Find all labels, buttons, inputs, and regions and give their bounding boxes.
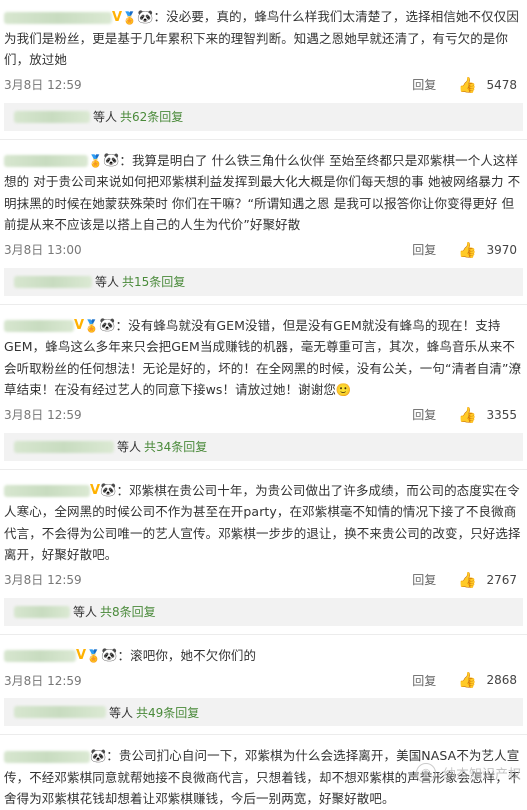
replier-name-blurred	[14, 441, 114, 453]
comment-meta: 3月8日 12:59回复 👍 3355	[4, 401, 523, 429]
comment-list: V🏅🐼：没必要，真的，蜂鸟什么样我们太清楚了，选择相信她不仅仅因为我们是粉丝，更…	[0, 0, 527, 810]
comment-item: V🏅🐼：没必要，真的，蜂鸟什么样我们太清楚了，选择相信她不仅仅因为我们是粉丝，更…	[0, 0, 527, 131]
thumbs-up-icon[interactable]: 👍	[458, 241, 477, 259]
username-blurred[interactable]	[4, 12, 112, 24]
like-count: 2767	[483, 573, 517, 587]
comment-body: V🏅🐼：没有蜂鸟就没有GEM没错，但是没有GEM就没有蜂鸟的现在！支持GEM，蜂…	[4, 315, 523, 401]
comment-divider	[0, 634, 527, 635]
comment-time: 3月8日 12:59	[4, 672, 412, 689]
comment-item: V🐼：邓紫棋在贵公司十年，为贵公司做出了许多成绩，而公司的态度实在令人寒心，全网…	[0, 474, 527, 626]
replies-summary[interactable]: 等人共8条回复	[4, 598, 523, 626]
username-blurred[interactable]	[4, 320, 74, 332]
replier-name-blurred	[14, 706, 106, 718]
comment-time: 3月8日 12:59	[4, 571, 412, 588]
like-count: 2868	[483, 673, 517, 687]
comment-item: V🏅🐼：没有蜂鸟就没有GEM没错，但是没有GEM就没有蜂鸟的现在！支持GEM，蜂…	[0, 309, 527, 461]
reply-button[interactable]: 回复	[412, 241, 436, 258]
reply-button[interactable]: 回复	[412, 571, 436, 588]
replies-people-label: 等人	[93, 108, 117, 125]
comment-meta: 3月8日 12:59回复 👍 2868	[4, 666, 523, 694]
thumbs-up-icon[interactable]: 👍	[458, 76, 477, 94]
like-count: 3970	[483, 243, 517, 257]
replier-name-blurred	[14, 276, 92, 288]
username-blurred[interactable]	[4, 650, 76, 662]
replier-name-blurred	[14, 606, 70, 618]
vip-v-icon: V	[112, 11, 122, 25]
thumbs-up-icon[interactable]: 👍	[458, 406, 477, 424]
like-count: 5478	[483, 78, 517, 92]
replies-people-label: 等人	[73, 603, 97, 620]
vip-v-icon: V	[76, 649, 86, 663]
replies-people-label: 等人	[95, 273, 119, 290]
thumbs-up-icon[interactable]: 👍	[458, 671, 477, 689]
panda-icon: 🐼	[100, 484, 116, 498]
view-replies-link[interactable]: 共62条回复	[120, 108, 183, 125]
comment-time: 3月8日 13:00	[4, 241, 412, 258]
like-count: 3355	[483, 408, 517, 422]
panda-icon: 🐼	[103, 154, 119, 168]
watermark: ◉ 纳杰知识产权	[416, 763, 521, 783]
medal-icon: 🏅	[122, 11, 137, 25]
panda-icon: 🐼	[101, 649, 117, 663]
comment-body: V🐼：邓紫棋在贵公司十年，为贵公司做出了许多成绩，而公司的态度实在令人寒心，全网…	[4, 480, 523, 566]
username-blurred[interactable]	[4, 485, 90, 497]
comment-text: ：滚吧你，她不欠你们的	[118, 648, 257, 663]
watermark-text: 纳杰知识产权	[443, 768, 521, 783]
comment-item: V🏅🐼：滚吧你，她不欠你们的 3月8日 12:59回复 👍 2868 等人共49条回复	[0, 639, 527, 727]
comment-divider	[0, 304, 527, 305]
comment-meta: 3月8日 12:59回复 👍 2767	[4, 566, 523, 594]
replies-summary[interactable]: 等人共49条回复	[4, 698, 523, 726]
vip-v-icon: V	[90, 484, 100, 498]
comment-meta: 3月8日 12:59回复 👍 5478	[4, 71, 523, 99]
comment-body: V🏅🐼：滚吧你，她不欠你们的	[4, 645, 523, 667]
replies-summary[interactable]: 等人共34条回复	[4, 433, 523, 461]
view-replies-link[interactable]: 共15条回复	[122, 273, 185, 290]
thumbs-up-icon[interactable]: 👍	[458, 571, 477, 589]
comment-divider	[0, 734, 527, 735]
medal-icon: 🏅	[86, 649, 101, 663]
comment-body: 🏅🐼：我算是明白了 什么铁三角什么伙伴 至始至终都只是邓紫棋一个人这样想的 对于…	[4, 150, 523, 236]
comment-time: 3月8日 12:59	[4, 76, 412, 93]
username-blurred[interactable]	[4, 751, 90, 763]
replies-people-label: 等人	[117, 438, 141, 455]
comment-meta: 3月8日 13:00回复 👍 3970	[4, 236, 523, 264]
medal-icon: 🏅	[88, 154, 103, 168]
reply-button[interactable]: 回复	[412, 406, 436, 423]
medal-icon: 🏅	[84, 319, 99, 333]
reply-button[interactable]: 回复	[412, 672, 436, 689]
username-blurred[interactable]	[4, 155, 88, 167]
wechat-logo-icon: ◉	[416, 763, 436, 783]
replier-name-blurred	[14, 111, 90, 123]
panda-icon: 🐼	[137, 11, 153, 25]
comment-body: V🏅🐼：没必要，真的，蜂鸟什么样我们太清楚了，选择相信她不仅仅因为我们是粉丝，更…	[4, 6, 523, 71]
replies-summary[interactable]: 等人共62条回复	[4, 103, 523, 131]
view-replies-link[interactable]: 共49条回复	[136, 704, 199, 721]
comment-divider	[0, 139, 527, 140]
view-replies-link[interactable]: 共8条回复	[100, 603, 156, 620]
panda-icon: 🐼	[99, 319, 115, 333]
replies-people-label: 等人	[109, 704, 133, 721]
comment-divider	[0, 469, 527, 470]
view-replies-link[interactable]: 共34条回复	[144, 438, 207, 455]
replies-summary[interactable]: 等人共15条回复	[4, 268, 523, 296]
comment-item: 🏅🐼：我算是明白了 什么铁三角什么伙伴 至始至终都只是邓紫棋一个人这样想的 对于…	[0, 144, 527, 296]
panda-icon: 🐼	[90, 750, 106, 764]
vip-v-icon: V	[74, 319, 84, 333]
comment-time: 3月8日 12:59	[4, 406, 412, 423]
reply-button[interactable]: 回复	[412, 76, 436, 93]
